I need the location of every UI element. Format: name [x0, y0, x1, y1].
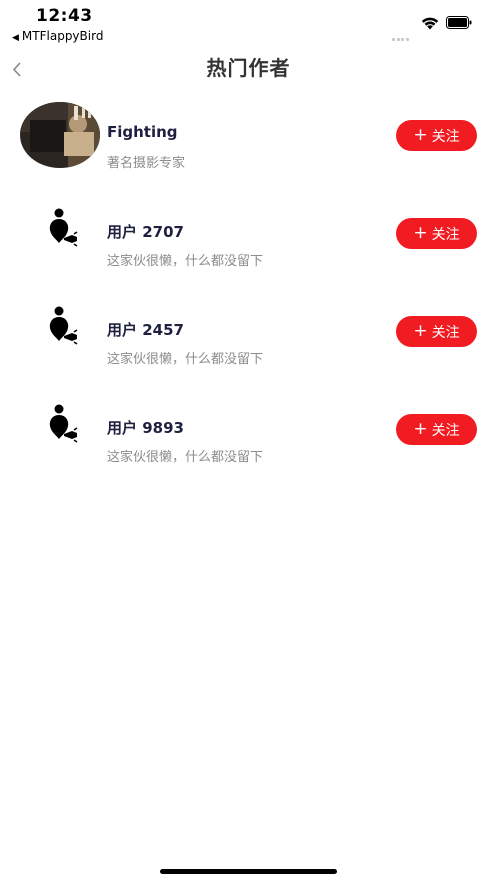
- author-description: 这家伙很懒，什么都没留下: [107, 352, 264, 367]
- plus-icon: +: [413, 125, 428, 145]
- follow-label: 关注: [431, 226, 460, 243]
- default-user-icon[interactable]: [44, 208, 82, 248]
- avatar[interactable]: [20, 102, 100, 168]
- author-list: Fighting 著名摄影专家 + 关注 用户 2707 这家伙很懒，什么都没留下…: [0, 100, 497, 492]
- author-name: 用户 2457: [107, 321, 184, 339]
- author-name: 用户 9893: [107, 419, 184, 437]
- author-name: Fighting: [107, 123, 178, 141]
- status-bar: 12:43 ◀ MTFlappyBird: [0, 0, 497, 48]
- author-description: 这家伙很懒，什么都没留下: [107, 450, 264, 465]
- back-app-label: MTFlappyBird: [21, 29, 104, 43]
- navigation-bar: 热门作者: [0, 48, 497, 88]
- follow-button[interactable]: + 关注: [396, 218, 477, 249]
- battery-icon: [446, 16, 472, 29]
- follow-button[interactable]: + 关注: [396, 414, 477, 445]
- wifi-icon: [421, 17, 439, 30]
- follow-button[interactable]: + 关注: [396, 316, 477, 347]
- status-time: 12:43: [36, 6, 93, 26]
- cellular-signal-icon: [392, 26, 414, 41]
- follow-label: 关注: [431, 422, 460, 439]
- author-description: 这家伙很懒，什么都没留下: [107, 254, 264, 269]
- author-row[interactable]: 用户 2457 这家伙很懒，什么都没留下 + 关注: [0, 296, 497, 394]
- plus-icon: +: [413, 419, 428, 439]
- follow-button[interactable]: + 关注: [396, 120, 477, 151]
- page-title: 热门作者: [206, 56, 291, 80]
- home-indicator[interactable]: [160, 869, 337, 874]
- author-name: 用户 2707: [107, 223, 184, 241]
- author-row[interactable]: 用户 9893 这家伙很懒，什么都没留下 + 关注: [0, 394, 497, 492]
- back-to-app-link[interactable]: ◀ MTFlappyBird: [12, 29, 103, 43]
- back-triangle-icon: ◀: [12, 33, 19, 43]
- author-row[interactable]: Fighting 著名摄影专家 + 关注: [0, 100, 497, 198]
- default-user-icon[interactable]: [44, 404, 82, 444]
- plus-icon: +: [413, 321, 428, 341]
- plus-icon: +: [413, 223, 428, 243]
- follow-label: 关注: [431, 324, 460, 341]
- follow-label: 关注: [431, 128, 460, 145]
- author-row[interactable]: 用户 2707 这家伙很懒，什么都没留下 + 关注: [0, 198, 497, 296]
- author-description: 著名摄影专家: [107, 156, 186, 171]
- default-user-icon[interactable]: [44, 306, 82, 346]
